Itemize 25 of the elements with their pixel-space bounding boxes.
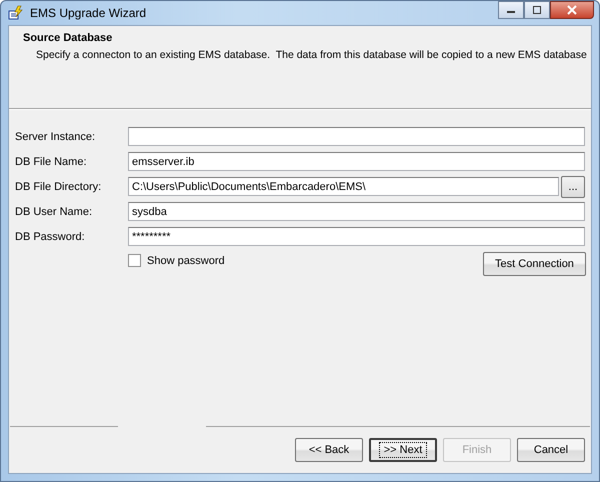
app-icon: [8, 5, 24, 21]
field-label: DB File Directory:: [15, 180, 102, 192]
page-title: Source Database: [23, 32, 114, 44]
window-title: EMS Upgrade Wizard: [30, 6, 148, 20]
input-field[interactable]: [128, 127, 585, 146]
field-label: DB Password:: [15, 230, 86, 242]
field-label: Server Instance:: [15, 130, 96, 142]
wizard-button[interactable]: Cancel: [517, 438, 585, 462]
page-description: Specify a connecton to an existing EMS database. The data from this database will be copied to a new EMS database: [35, 49, 587, 61]
wizard-button[interactable]: >> Next: [369, 438, 437, 462]
wizard-button[interactable]: << Back: [295, 438, 363, 462]
field-label: DB File Name:: [15, 156, 88, 168]
test-connection-button[interactable]: Test Connection: [483, 252, 586, 276]
input-field[interactable]: *********: [128, 227, 585, 246]
close-icon: [566, 5, 578, 15]
field-label: DB User Name:: [15, 206, 94, 218]
input-field[interactable]: sysdba: [128, 202, 585, 221]
input-field[interactable]: emsserver.ib: [128, 152, 585, 171]
maximize-button[interactable]: [524, 1, 550, 19]
show-password-checkbox[interactable]: Show password: [128, 254, 225, 267]
input-field[interactable]: C:\Users\Public\Documents\Embarcadero\EMS\: [128, 177, 559, 196]
close-button[interactable]: [550, 1, 594, 19]
maximize-icon: [532, 6, 542, 14]
minimize-button[interactable]: [498, 1, 524, 19]
browse-button[interactable]: ...: [561, 176, 585, 198]
